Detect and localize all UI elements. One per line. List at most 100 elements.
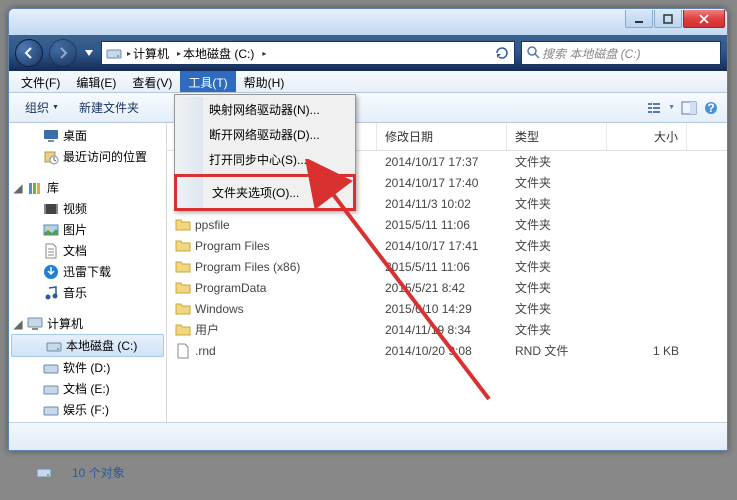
sidebar-item-documents[interactable]: 文档	[9, 240, 166, 261]
file-row[interactable]: ppsfile2015/5/11 11:06文件夹	[167, 214, 727, 235]
file-row[interactable]: .rnd2014/10/20 9:08RND 文件1 KB	[167, 340, 727, 361]
computer-icon	[27, 316, 43, 332]
file-type: 文件夹	[507, 194, 607, 213]
maximize-button[interactable]	[654, 10, 682, 28]
preview-pane-icon[interactable]	[681, 100, 697, 116]
sidebar-item-drive-f[interactable]: 娱乐 (F:)	[9, 399, 166, 420]
sidebar-item-videos[interactable]: 视频	[9, 198, 166, 219]
minimize-button[interactable]	[625, 10, 653, 28]
sidebar-item-drive-c[interactable]: 本地磁盘 (C:)	[11, 334, 164, 357]
music-icon	[43, 285, 59, 301]
file-size	[607, 245, 687, 247]
file-type: 文件夹	[507, 320, 607, 339]
menu-disconnect-drive[interactable]: 断开网络驱动器(D)...	[177, 122, 353, 147]
sidebar-item-pictures[interactable]: 图片	[9, 219, 166, 240]
column-size[interactable]: 大小	[607, 123, 687, 150]
sidebar-item-drive-d[interactable]: 软件 (D:)	[9, 357, 166, 378]
file-date: 2015/5/11 11:06	[377, 259, 507, 275]
file-date: 2014/10/17 17:41	[377, 238, 507, 254]
menu-help[interactable]: 帮助(H)	[236, 71, 293, 92]
column-date[interactable]: 修改日期	[377, 123, 507, 150]
column-type[interactable]: 类型	[507, 123, 607, 150]
file-name: ppsfile	[195, 218, 230, 232]
file-date: 2014/11/19 8:34	[377, 322, 507, 338]
drive-icon	[43, 402, 59, 418]
menu-folder-options[interactable]: 文件夹选项(O)...	[174, 174, 356, 211]
statusbar	[9, 422, 727, 450]
search-icon	[526, 45, 542, 61]
view-mode-icon[interactable]	[646, 100, 662, 116]
recent-icon	[43, 149, 59, 165]
file-row[interactable]: Program Files2014/10/17 17:41文件夹	[167, 235, 727, 256]
file-size	[607, 161, 687, 163]
folder-icon	[175, 217, 191, 233]
menu-edit[interactable]: 编辑(E)	[68, 71, 124, 92]
file-size	[607, 224, 687, 226]
folder-icon	[175, 322, 191, 338]
file-row[interactable]: 用户 2014/11/19 8:34文件夹	[167, 319, 727, 340]
drive-icon	[43, 381, 59, 397]
file-type: 文件夹	[507, 278, 607, 297]
sidebar-item-computer[interactable]: ◢计算机	[9, 313, 166, 334]
collapse-icon[interactable]: ◢	[13, 181, 23, 195]
search-placeholder: 搜索 本地磁盘 (C:)	[542, 45, 641, 62]
sidebar-item-xunlei[interactable]: 迅雷下载	[9, 261, 166, 282]
sidebar-item-recent[interactable]: 最近访问的位置	[9, 146, 166, 167]
tools-dropdown: 映射网络驱动器(N)... 断开网络驱动器(D)... 打开同步中心(S)...…	[174, 94, 356, 211]
file-size	[607, 329, 687, 331]
history-dropdown-icon[interactable]	[83, 50, 95, 56]
pictures-icon	[43, 222, 59, 238]
file-date: 2014/10/20 9:08	[377, 343, 507, 359]
libraries-icon	[27, 180, 43, 196]
drive-icon	[106, 45, 122, 61]
menu-tools[interactable]: 工具(T)	[180, 71, 235, 92]
file-size	[607, 287, 687, 289]
explorer-window: ▸计算机 ▸本地磁盘 (C:) ▸ 搜索 本地磁盘 (C:) 文件(F) 编辑(…	[8, 8, 728, 451]
file-row[interactable]: ProgramData2015/5/21 8:42文件夹	[167, 277, 727, 298]
file-icon	[175, 343, 191, 359]
drive-icon	[28, 456, 60, 488]
sidebar-item-desktop[interactable]: 桌面	[9, 125, 166, 146]
menu-sync-center[interactable]: 打开同步中心(S)...	[177, 147, 353, 172]
close-button[interactable]	[683, 10, 725, 28]
breadcrumb-drive[interactable]: 本地磁盘 (C:)	[183, 45, 254, 62]
details-pane: 10 个对象	[8, 452, 728, 492]
desktop-icon	[43, 128, 59, 144]
file-row[interactable]: Program Files (x86)2015/5/11 11:06文件夹	[167, 256, 727, 277]
file-type: 文件夹	[507, 152, 607, 171]
refresh-icon[interactable]	[494, 45, 510, 61]
breadcrumb-computer[interactable]: 计算机	[133, 45, 169, 62]
help-icon[interactable]: ?	[703, 100, 719, 116]
menu-file[interactable]: 文件(F)	[13, 71, 68, 92]
address-bar[interactable]: ▸计算机 ▸本地磁盘 (C:) ▸	[101, 41, 515, 65]
file-row[interactable]: Windows2015/6/10 14:29文件夹	[167, 298, 727, 319]
file-name: Program Files (x86)	[195, 260, 300, 274]
newfolder-button[interactable]: 新建文件夹	[71, 95, 147, 120]
file-name: 用户	[195, 321, 219, 338]
titlebar	[9, 9, 727, 35]
sidebar-item-drive-e[interactable]: 文档 (E:)	[9, 378, 166, 399]
menu-map-drive[interactable]: 映射网络驱动器(N)...	[177, 97, 353, 122]
file-type: 文件夹	[507, 299, 607, 318]
sidebar-item-libraries[interactable]: ◢库	[9, 177, 166, 198]
folder-icon	[175, 280, 191, 296]
collapse-icon[interactable]: ◢	[13, 317, 23, 331]
file-type: 文件夹	[507, 236, 607, 255]
back-button[interactable]	[15, 39, 43, 67]
forward-button[interactable]	[49, 39, 77, 67]
file-type: RND 文件	[507, 341, 607, 360]
file-type: 文件夹	[507, 215, 607, 234]
file-size	[607, 182, 687, 184]
sidebar-item-music[interactable]: 音乐	[9, 282, 166, 303]
menu-view[interactable]: 查看(V)	[124, 71, 180, 92]
organize-button[interactable]: 组织▼	[17, 95, 67, 120]
search-input[interactable]: 搜索 本地磁盘 (C:)	[521, 41, 721, 65]
file-name: Windows	[195, 302, 244, 316]
file-size: 1 KB	[607, 343, 687, 359]
file-size	[607, 266, 687, 268]
toolbar: 组织▼ 新建文件夹 ▼ ?	[9, 93, 727, 123]
file-name: ProgramData	[195, 281, 266, 295]
sidebar: 桌面 最近访问的位置 ◢库 视频 图片 文档 迅雷下载 音乐 ◢计算机 本地磁盘…	[9, 123, 167, 422]
file-size	[607, 203, 687, 205]
videos-icon	[43, 201, 59, 217]
